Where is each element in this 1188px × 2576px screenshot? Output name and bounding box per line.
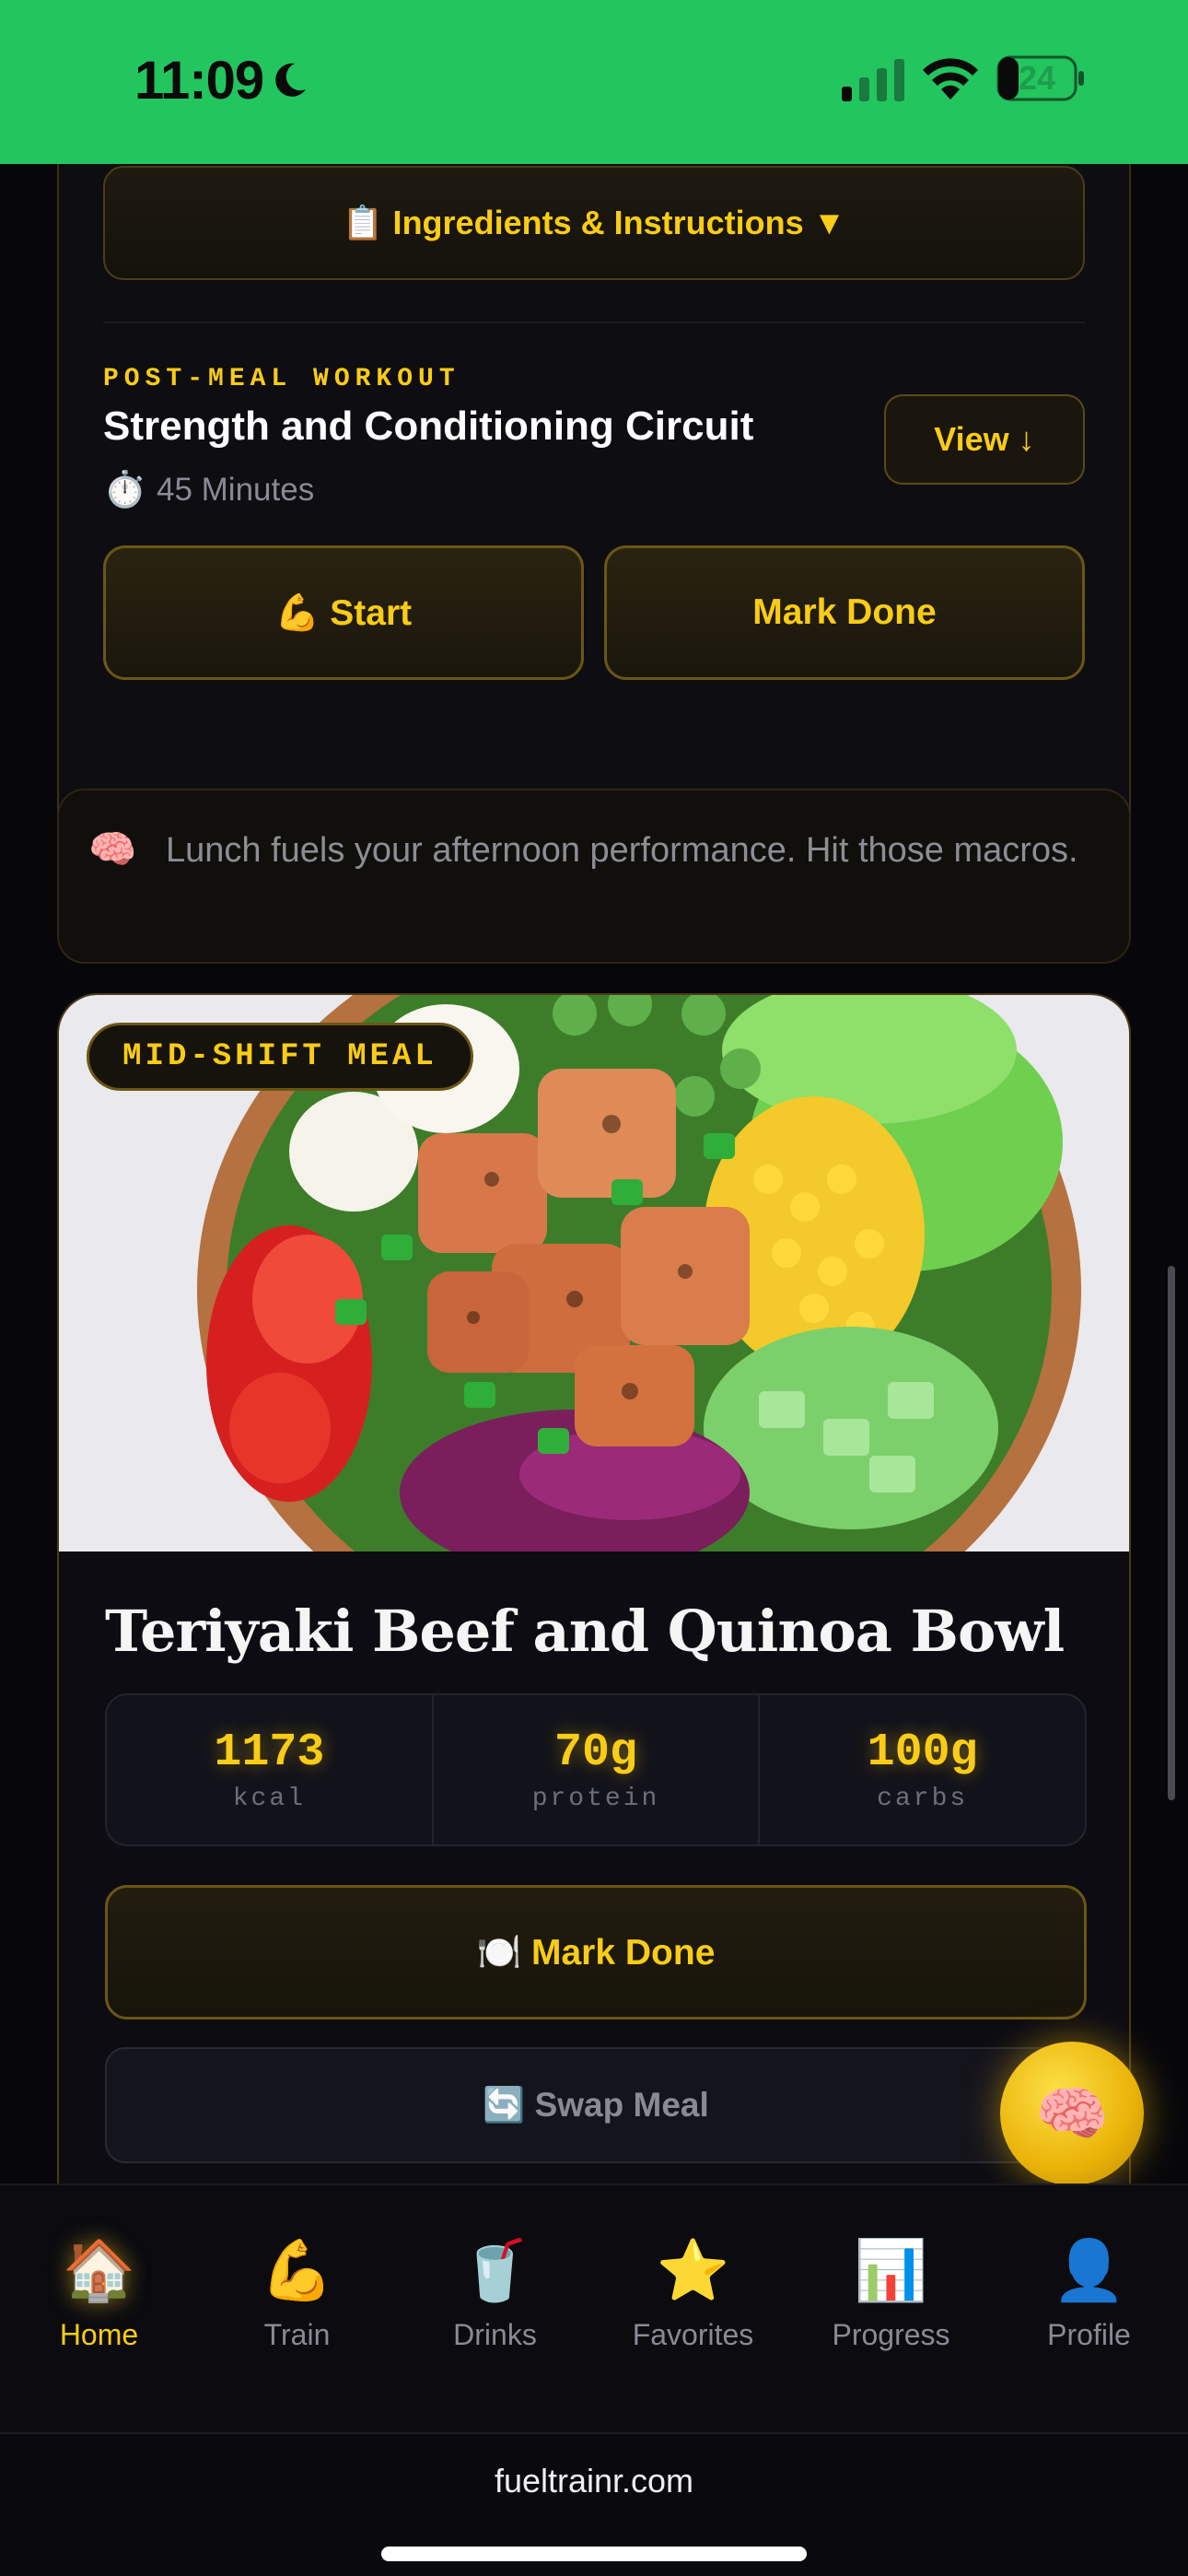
moon-icon — [275, 63, 306, 97]
nav-item-favorites[interactable]: ⭐ Favorites — [594, 2233, 792, 2371]
battery-level: 24 — [1018, 59, 1056, 97]
meal-card: MID-SHIFT MEAL Teriyaki Beef and Quinoa … — [57, 993, 1131, 2184]
bottom-nav: 🏠 Home 💪 Train 🥤 Drinks ⭐ Favorites 📊 Pr… — [0, 2184, 1188, 2432]
macro-label: kcal — [232, 1785, 306, 1813]
nav-label: Profile — [1047, 2318, 1131, 2351]
nav-item-progress[interactable]: 📊 Progress — [792, 2233, 990, 2371]
workout-title: Strength and Conditioning Circuit — [103, 404, 754, 449]
status-time: 11:09 — [134, 51, 264, 111]
nav-item-train[interactable]: 💪 Train — [198, 2233, 396, 2371]
nav-label: Progress — [832, 2318, 950, 2351]
tip-text: Lunch fuels your afternoon performance. … — [166, 831, 1078, 870]
meal-title: Teriyaki Beef and Quinoa Bowl — [105, 1598, 1065, 1665]
home-icon: 🏠 — [62, 2237, 136, 2303]
swap-meal-button[interactable]: 🔄 Swap Meal — [105, 2047, 1087, 2163]
timer-icon: ⏱️ — [103, 471, 147, 509]
start-workout-button[interactable]: 💪 Start — [103, 545, 584, 680]
mark-workout-done-button[interactable]: Mark Done — [604, 545, 1085, 680]
main-content: 📋 Ingredients & Instructions ▼ POST-MEAL… — [0, 164, 1188, 2184]
mark-meal-done-button[interactable]: 🍽️ Mark Done — [105, 1885, 1087, 2020]
macro-value: 70g — [554, 1727, 638, 1779]
macro-protein: 70g protein — [434, 1695, 761, 1844]
tip-card: 🧠 Lunch fuels your afternoon performance… — [57, 789, 1131, 964]
meal-type-badge: MID-SHIFT MEAL — [87, 1023, 473, 1091]
home-indicator[interactable] — [381, 2547, 807, 2561]
macro-label: protein — [531, 1785, 660, 1813]
nav-label: Train — [263, 2318, 331, 2351]
brain-icon: 🧠 — [88, 827, 137, 871]
macro-kcal: 1173 kcal — [107, 1695, 434, 1844]
macro-label: carbs — [877, 1785, 969, 1813]
macro-value: 100g — [867, 1727, 978, 1779]
view-workout-button[interactable]: View ↓ — [884, 394, 1085, 485]
nav-item-profile[interactable]: 👤 Profile — [990, 2233, 1188, 2371]
divider — [103, 322, 1085, 323]
ingredients-instructions-toggle[interactable]: 📋 Ingredients & Instructions ▼ — [103, 166, 1085, 280]
workout-kicker: POST-MEAL WORKOUT — [103, 365, 460, 393]
ai-coach-button[interactable]: 🧠 — [1000, 2042, 1144, 2185]
workout-duration: 45 Minutes — [157, 472, 315, 508]
star-icon: ⭐ — [656, 2237, 730, 2303]
nav-item-home[interactable]: 🏠 Home — [0, 2233, 198, 2371]
nav-item-drinks[interactable]: 🥤 Drinks — [396, 2233, 594, 2371]
macro-value: 1173 — [214, 1727, 325, 1779]
cellular-signal-icon — [842, 59, 904, 101]
macro-carbs: 100g carbs — [760, 1695, 1085, 1844]
macros-panel: 1173 kcal 70g protein 100g carbs — [105, 1693, 1087, 1846]
browser-bar: fueltrainr.com — [0, 2432, 1188, 2576]
nav-label: Drinks — [453, 2318, 537, 2351]
wifi-icon — [923, 58, 978, 100]
flexed-biceps-icon: 💪 — [260, 2237, 334, 2303]
scrollbar[interactable] — [1168, 1266, 1175, 1800]
url-text[interactable]: fueltrainr.com — [0, 2462, 1188, 2500]
status-bar: 11:09 24 — [0, 0, 1188, 164]
user-icon: 👤 — [1052, 2237, 1126, 2303]
bar-chart-icon: 📊 — [854, 2237, 928, 2303]
nav-label: Home — [59, 2318, 139, 2351]
cup-with-straw-icon: 🥤 — [458, 2237, 532, 2303]
nav-label: Favorites — [632, 2318, 754, 2351]
